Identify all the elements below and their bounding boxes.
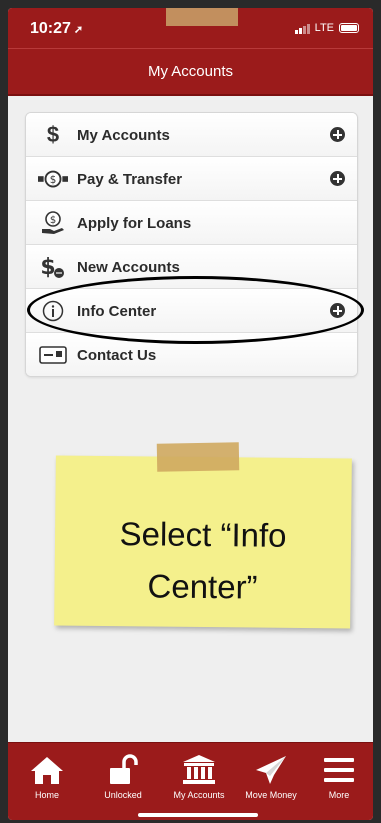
expand-plus-icon[interactable] [330,171,345,186]
menu-item-contact-us[interactable]: Contact Us [26,333,357,376]
menu-item-label: Info Center [77,303,157,320]
nav-bar: My Accounts [8,48,373,96]
app-screen: 10:27 ➚ LTE My Accounts $ My Accounts $ … [8,8,373,820]
status-time-text: 10:27 [30,20,71,37]
svg-text:$: $ [40,255,55,279]
tab-my-accounts[interactable]: My Accounts [164,753,234,800]
contact-card-icon [38,343,68,367]
info-icon [38,299,68,323]
bank-icon [164,753,234,787]
new-account-icon: $ [38,255,68,279]
phone-frame: 10:27 ➚ LTE My Accounts $ My Accounts $ … [0,0,381,823]
menu-item-label: Apply for Loans [77,215,192,232]
tape-decoration [166,8,238,26]
network-type: LTE [314,22,334,34]
main-menu: $ My Accounts $ Pay & Transfer $ Apply f… [25,112,358,377]
paper-plane-icon [236,753,306,787]
menu-item-pay-transfer[interactable]: $ Pay & Transfer [26,157,357,201]
location-arrow-icon: ➚ [73,24,84,36]
tab-more[interactable]: More [308,753,370,800]
menu-item-info-center[interactable]: Info Center [26,289,357,333]
money-transfer-icon: $ [38,167,68,191]
home-indicator[interactable] [138,813,258,817]
hamburger-icon [308,753,370,787]
battery-icon [339,23,359,33]
menu-item-label: New Accounts [77,259,180,276]
tab-move-money[interactable]: Move Money [236,753,306,800]
sticky-note: Select “Info Center” [54,442,355,633]
tab-bar: Home Unlocked My Accounts Move Money Mor… [8,742,373,820]
status-indicators: LTE [294,22,359,34]
tab-label: More [328,790,350,800]
sticky-note-text: Select “Info Center” [119,515,287,606]
tab-label: Unlocked [104,790,142,800]
svg-text:$: $ [50,215,56,226]
signal-icon [294,23,310,34]
status-time: 10:27 ➚ [30,20,83,38]
menu-item-label: Contact Us [77,347,157,364]
loan-hand-icon: $ [38,211,68,235]
tab-label: My Accounts [173,790,225,800]
unlock-icon [88,753,158,787]
page-title: My Accounts [147,63,234,80]
expand-plus-icon[interactable] [330,303,345,318]
tab-unlocked[interactable]: Unlocked [88,753,158,800]
menu-item-label: Pay & Transfer [77,171,183,188]
tape-decoration [156,442,240,472]
sticky-note-paper: Select “Info Center” [54,455,352,629]
tab-label: Home [34,790,59,800]
tab-label: Move Money [245,790,297,800]
expand-plus-icon[interactable] [330,127,345,142]
svg-text:$: $ [50,174,57,186]
menu-item-my-accounts[interactable]: $ My Accounts [26,113,357,157]
dollar-icon: $ [46,122,60,147]
menu-item-new-accounts[interactable]: $ New Accounts [26,245,357,289]
menu-item-label: My Accounts [77,127,170,144]
tab-home[interactable]: Home [12,753,82,800]
home-icon [12,753,82,787]
menu-item-apply-loans[interactable]: $ Apply for Loans [26,201,357,245]
